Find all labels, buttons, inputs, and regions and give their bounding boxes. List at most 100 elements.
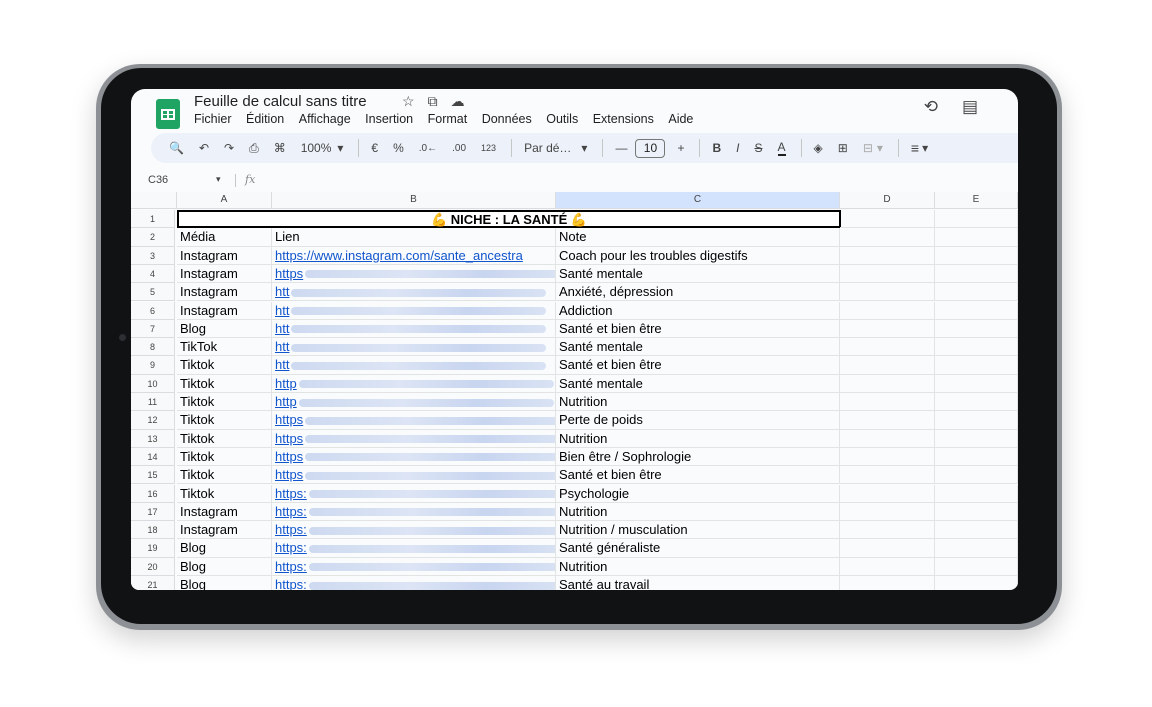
media-cell[interactable]: Instagram — [177, 521, 272, 540]
note-cell[interactable]: Bien être / Sophrologie — [556, 447, 840, 467]
borders-icon[interactable]: ⊞ — [838, 141, 848, 155]
empty-cell[interactable] — [935, 356, 1018, 375]
empty-cell[interactable] — [935, 338, 1018, 357]
media-cell[interactable]: Instagram — [177, 264, 272, 284]
merged-title-cell[interactable]: 💪 NICHE : LA SANTÉ 💪 — [177, 210, 841, 229]
note-cell[interactable]: Santé et bien être — [556, 319, 840, 339]
media-cell[interactable]: Tiktok — [177, 447, 272, 467]
empty-cell[interactable] — [935, 246, 1018, 265]
empty-cell[interactable] — [935, 502, 1018, 522]
empty-cell[interactable] — [935, 374, 1018, 393]
column-header-c[interactable]: C — [556, 192, 840, 209]
header-cell-media[interactable]: Média — [177, 228, 272, 247]
media-cell[interactable]: Tiktok — [177, 393, 272, 412]
note-cell[interactable]: Santé mentale — [556, 374, 840, 393]
empty-cell[interactable] — [840, 210, 935, 229]
empty-cell[interactable] — [935, 429, 1018, 448]
link[interactable]: htt — [275, 321, 289, 336]
link[interactable]: https — [275, 449, 303, 464]
empty-cell[interactable] — [840, 228, 935, 247]
note-cell[interactable]: Nutrition / musculation — [556, 521, 840, 540]
note-cell[interactable]: Santé généraliste — [556, 539, 840, 558]
align-icon[interactable]: ≡ — [911, 140, 919, 156]
empty-cell[interactable] — [935, 411, 1018, 430]
column-header-b[interactable]: B — [272, 192, 556, 209]
strikethrough-button[interactable]: S — [754, 141, 762, 155]
text-color-button[interactable]: A — [777, 140, 786, 156]
sheets-logo-icon[interactable] — [156, 99, 180, 129]
empty-cell[interactable] — [840, 356, 935, 375]
empty-cell[interactable] — [935, 228, 1018, 247]
undo-icon[interactable]: ↶ — [199, 141, 209, 155]
header-cell-note[interactable]: Note — [556, 228, 840, 247]
link-cell[interactable]: htt — [272, 356, 556, 375]
star-icon[interactable]: ☆ — [402, 93, 415, 110]
empty-cell[interactable] — [840, 521, 935, 540]
header-cell-lien[interactable]: Lien — [272, 228, 556, 247]
row-number[interactable]: 21 — [131, 576, 175, 590]
print-icon[interactable]: ⎙ — [249, 141, 259, 156]
link[interactable]: https — [275, 431, 303, 446]
empty-cell[interactable] — [840, 484, 935, 503]
note-cell[interactable]: Coach pour les troubles digestifs — [556, 246, 840, 265]
row-number[interactable]: 5 — [131, 283, 175, 302]
align-caret-icon[interactable]: ▾ — [922, 141, 928, 155]
menu-fichier[interactable]: Fichier — [194, 112, 232, 126]
select-all-corner[interactable] — [131, 192, 177, 209]
merge-cells-icon[interactable]: ⊟ — [863, 141, 873, 155]
empty-cell[interactable] — [935, 576, 1018, 590]
media-cell[interactable]: Instagram — [177, 283, 272, 302]
link[interactable]: http — [275, 394, 297, 409]
link-cell[interactable]: https: — [272, 539, 556, 558]
link-cell[interactable]: https: — [272, 576, 556, 590]
fill-color-icon[interactable]: ◈ — [814, 141, 823, 155]
link[interactable]: https: — [275, 504, 307, 519]
row-number[interactable]: 2 — [131, 228, 175, 247]
empty-cell[interactable] — [840, 319, 935, 339]
increase-decimal-button[interactable]: .00 — [452, 143, 466, 154]
empty-cell[interactable] — [935, 447, 1018, 467]
media-cell[interactable]: Tiktok — [177, 411, 272, 430]
note-cell[interactable]: Nutrition — [556, 393, 840, 412]
row-number[interactable]: 15 — [131, 466, 175, 485]
link-cell[interactable]: https://www.instagram.com/sante_ancestra — [272, 246, 556, 265]
empty-cell[interactable] — [840, 502, 935, 522]
link[interactable]: https: — [275, 486, 307, 501]
row-number[interactable]: 8 — [131, 338, 175, 357]
empty-cell[interactable] — [935, 521, 1018, 540]
menu-format[interactable]: Format — [428, 112, 468, 126]
link-cell[interactable]: https — [272, 429, 556, 448]
note-cell[interactable]: Santé mentale — [556, 338, 840, 357]
empty-cell[interactable] — [935, 484, 1018, 503]
name-box-caret-icon[interactable]: ▾ — [216, 174, 221, 185]
decrease-font-size-button[interactable]: — — [615, 141, 627, 155]
font-size-input[interactable]: 10 — [635, 138, 666, 158]
media-cell[interactable]: TikTok — [177, 338, 272, 357]
empty-cell[interactable] — [840, 539, 935, 558]
empty-cell[interactable] — [840, 374, 935, 393]
empty-cell[interactable] — [840, 429, 935, 448]
link-cell[interactable]: https: — [272, 502, 556, 522]
empty-cell[interactable] — [840, 264, 935, 284]
empty-cell[interactable] — [935, 210, 1018, 229]
link-cell[interactable]: https — [272, 447, 556, 467]
media-cell[interactable]: Instagram — [177, 502, 272, 522]
menu-outils[interactable]: Outils — [546, 112, 578, 126]
media-cell[interactable]: Tiktok — [177, 374, 272, 393]
link-cell[interactable]: https: — [272, 484, 556, 503]
media-cell[interactable]: Tiktok — [177, 356, 272, 375]
link-cell[interactable]: htt — [272, 283, 556, 302]
empty-cell[interactable] — [935, 264, 1018, 284]
row-number[interactable]: 12 — [131, 411, 175, 430]
zoom-select[interactable]: 100% — [301, 141, 332, 155]
link[interactable]: https://www.instagram.com/sante_ancestra — [275, 248, 523, 263]
menu-extensions[interactable]: Extensions — [593, 112, 654, 126]
link[interactable]: https: — [275, 540, 307, 555]
empty-cell[interactable] — [935, 283, 1018, 302]
media-cell[interactable]: Tiktok — [177, 429, 272, 448]
media-cell[interactable]: Tiktok — [177, 466, 272, 485]
row-number[interactable]: 6 — [131, 301, 175, 320]
link[interactable]: htt — [275, 284, 289, 299]
empty-cell[interactable] — [935, 466, 1018, 485]
note-cell[interactable]: Nutrition — [556, 557, 840, 576]
